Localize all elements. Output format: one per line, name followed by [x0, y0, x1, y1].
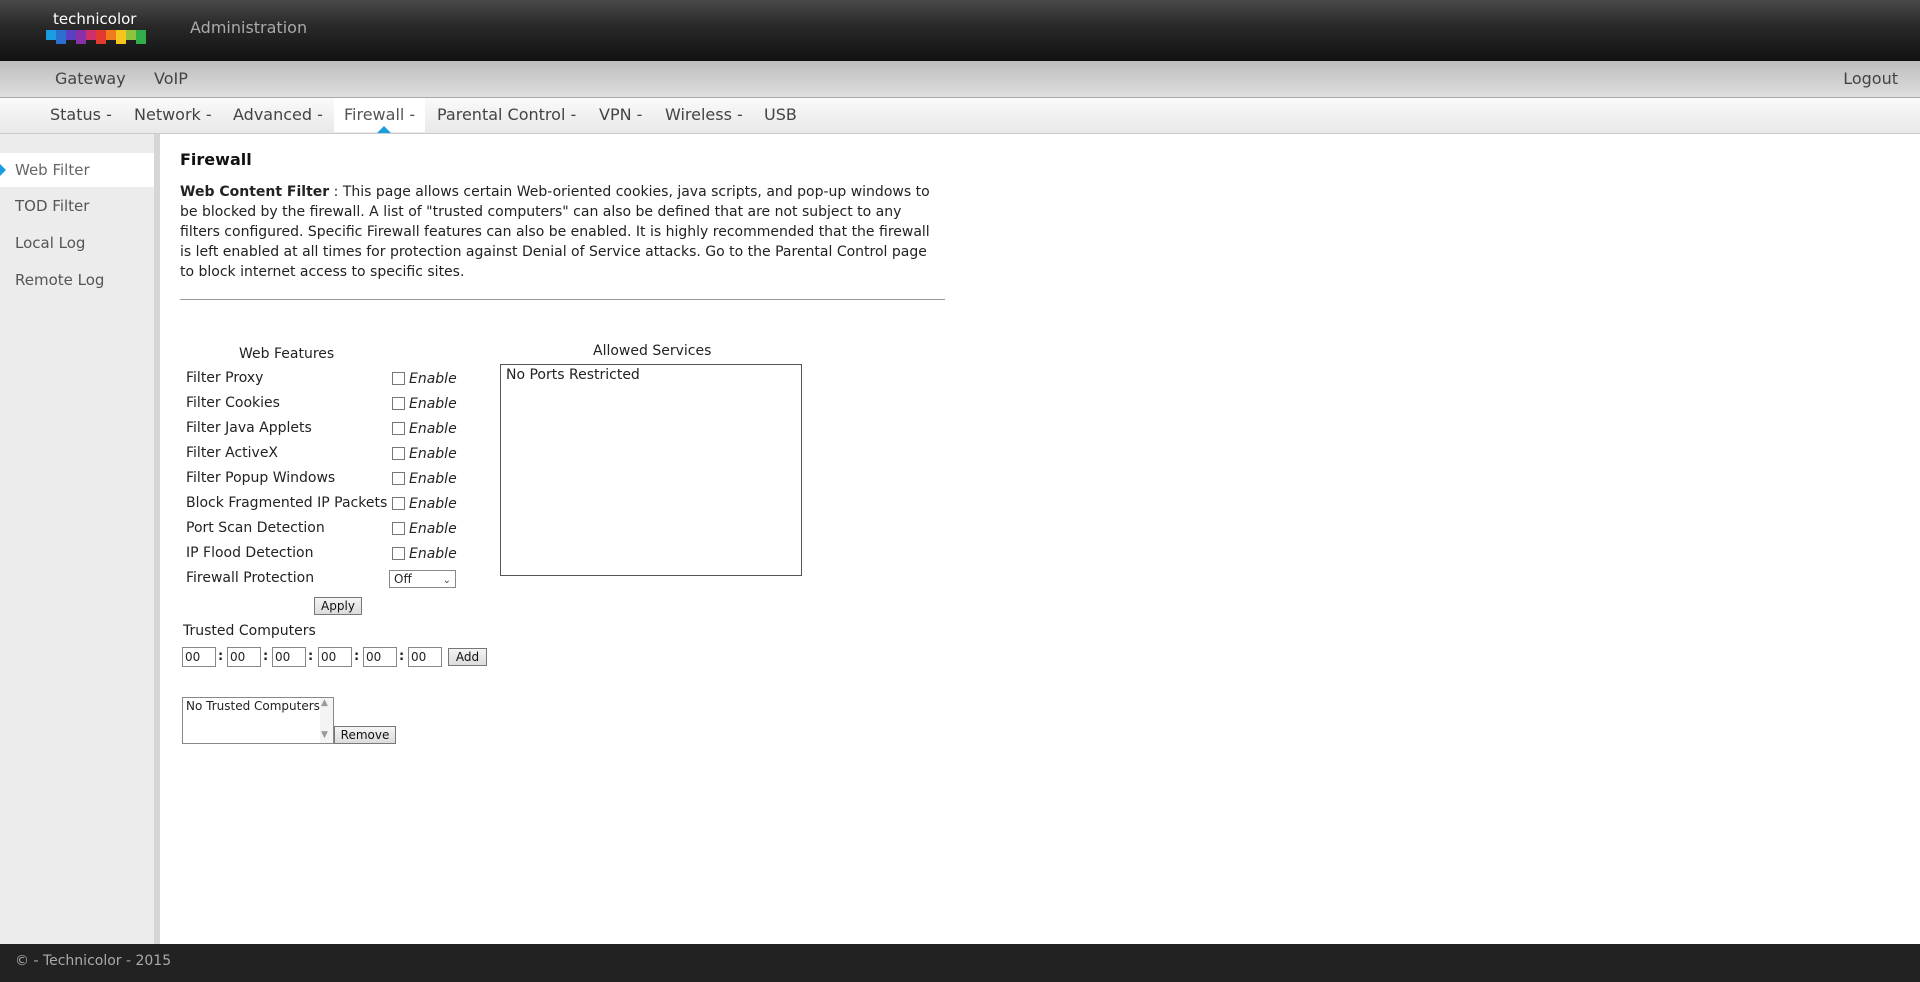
firewall-protection-select[interactable]: Off ⌄	[389, 570, 456, 588]
trusted-computers-heading: Trusted Computers	[183, 623, 316, 639]
feature-label-filter-cookies: Filter Cookies	[186, 395, 280, 411]
feature-label-block-fragmented-ip-packets: Block Fragmented IP Packets	[186, 495, 388, 511]
enable-label: Enable	[409, 371, 457, 387]
sidebar-item-label: Web Filter	[15, 161, 90, 179]
remove-button[interactable]: Remove	[334, 726, 396, 744]
feature-label-filter-java-applets: Filter Java Applets	[186, 420, 312, 436]
sidebar-item-remote-log[interactable]: Remote Log	[0, 263, 154, 297]
sidebar-item-label: Remote Log	[15, 271, 105, 289]
sidebar-item-tod-filter[interactable]: TOD Filter	[0, 189, 154, 223]
mac-separator: :	[263, 649, 269, 664]
logo-color-block	[116, 30, 126, 44]
feature-label-ip-flood-detection: IP Flood Detection	[186, 545, 314, 561]
tab-parental-control[interactable]: Parental Control -	[427, 98, 586, 132]
web-features-heading: Web Features	[239, 346, 335, 362]
sidebar-item-label: Local Log	[15, 234, 86, 252]
ip-flood-detection-checkbox[interactable]	[392, 547, 405, 560]
allowed-services-item: No Ports Restricted	[506, 367, 640, 383]
mac-octet-1-input[interactable]: 00	[182, 647, 216, 667]
intro-separator: :	[329, 184, 343, 200]
tab-usb[interactable]: USB	[754, 98, 807, 132]
enable-label: Enable	[409, 446, 457, 462]
feature-label-filter-proxy: Filter Proxy	[186, 370, 264, 386]
feature-label-filter-activex: Filter ActiveX	[186, 445, 279, 461]
feature-label-filter-popup-windows: Filter Popup Windows	[186, 470, 336, 486]
mac-octet-5-input[interactable]: 00	[363, 647, 397, 667]
logo-color-bar	[46, 30, 146, 44]
active-tab-caret-icon	[377, 126, 391, 133]
tab-network[interactable]: Network -	[124, 98, 222, 132]
intro-label: Web Content Filter	[180, 184, 330, 200]
mac-octet-4-input[interactable]: 00	[318, 647, 352, 667]
nav-gateway[interactable]: Gateway	[55, 69, 126, 88]
logo-color-block	[46, 30, 56, 40]
technicolor-logo[interactable]: technicolor	[46, 10, 146, 46]
logo-color-block	[136, 30, 146, 44]
mac-octet-2-input[interactable]: 00	[227, 647, 261, 667]
firewall-protection-value: Off	[394, 572, 412, 586]
logo-color-block	[56, 30, 66, 44]
chevron-down-icon: ⌄	[442, 575, 451, 586]
nav-voip[interactable]: VoIP	[154, 69, 188, 88]
tab-wireless[interactable]: Wireless -	[655, 98, 753, 132]
active-item-caret-icon	[0, 164, 6, 176]
filter-activex-checkbox[interactable]	[392, 447, 405, 460]
logo-color-block	[126, 30, 136, 40]
firewall-protection-label: Firewall Protection	[186, 570, 315, 586]
mac-separator: :	[308, 649, 314, 664]
page-title: Firewall	[180, 150, 252, 169]
trusted-computers-item: No Trusted Computers	[186, 699, 320, 713]
intro-paragraph: Web Content Filter : This page allows ce…	[180, 182, 932, 282]
tab-vpn[interactable]: VPN -	[589, 98, 652, 132]
allowed-services-list[interactable]: No Ports Restricted	[500, 364, 802, 576]
scroll-down-icon[interactable]: ▼	[321, 730, 328, 740]
primary-nav: Gateway VoIP Logout	[0, 61, 1920, 98]
list-scrollbar[interactable]: ▲ ▼	[320, 698, 333, 743]
filter-popup-windows-checkbox[interactable]	[392, 472, 405, 485]
footer: © - Technicolor - 2015	[0, 944, 1920, 982]
block-fragmented-ip-packets-checkbox[interactable]	[392, 497, 405, 510]
divider	[180, 299, 945, 300]
sidebar: Web Filter TOD Filter Local Log Remote L…	[0, 134, 160, 944]
logo-color-block	[96, 30, 106, 44]
logo-color-block	[106, 30, 116, 40]
filter-proxy-checkbox[interactable]	[392, 372, 405, 385]
filter-java-applets-checkbox[interactable]	[392, 422, 405, 435]
tab-status[interactable]: Status -	[40, 98, 122, 132]
top-header: technicolor Administration	[0, 0, 1920, 61]
mac-separator: :	[399, 649, 405, 664]
mac-octet-6-input[interactable]: 00	[408, 647, 442, 667]
enable-label: Enable	[409, 496, 457, 512]
sidebar-item-web-filter[interactable]: Web Filter	[0, 153, 154, 187]
header-title: Administration	[190, 18, 308, 37]
enable-label: Enable	[409, 521, 457, 537]
copyright-text: © - Technicolor - 2015	[15, 953, 172, 969]
feature-label-port-scan-detection: Port Scan Detection	[186, 520, 325, 536]
logo-color-block	[86, 30, 96, 40]
secondary-nav: Status - Network - Advanced - Firewall -…	[0, 98, 1920, 134]
sidebar-item-label: TOD Filter	[15, 197, 90, 215]
mac-octet-3-input[interactable]: 00	[272, 647, 306, 667]
logo-color-block	[66, 30, 76, 40]
apply-button[interactable]: Apply	[314, 597, 362, 615]
logo-color-block	[76, 30, 86, 44]
enable-label: Enable	[409, 546, 457, 562]
enable-label: Enable	[409, 396, 457, 412]
sidebar-item-local-log[interactable]: Local Log	[0, 226, 154, 260]
logo-text: technicolor	[53, 10, 137, 28]
logout-link[interactable]: Logout	[1843, 69, 1898, 88]
mac-separator: :	[354, 649, 360, 664]
port-scan-detection-checkbox[interactable]	[392, 522, 405, 535]
enable-label: Enable	[409, 471, 457, 487]
enable-label: Enable	[409, 421, 457, 437]
mac-separator: :	[218, 649, 224, 664]
scroll-up-icon[interactable]: ▲	[321, 698, 328, 708]
allowed-services-heading: Allowed Services	[593, 343, 712, 359]
tab-advanced[interactable]: Advanced -	[223, 98, 333, 132]
add-button[interactable]: Add	[448, 648, 487, 666]
filter-cookies-checkbox[interactable]	[392, 397, 405, 410]
trusted-computers-list[interactable]: No Trusted Computers ▲ ▼	[182, 697, 334, 744]
